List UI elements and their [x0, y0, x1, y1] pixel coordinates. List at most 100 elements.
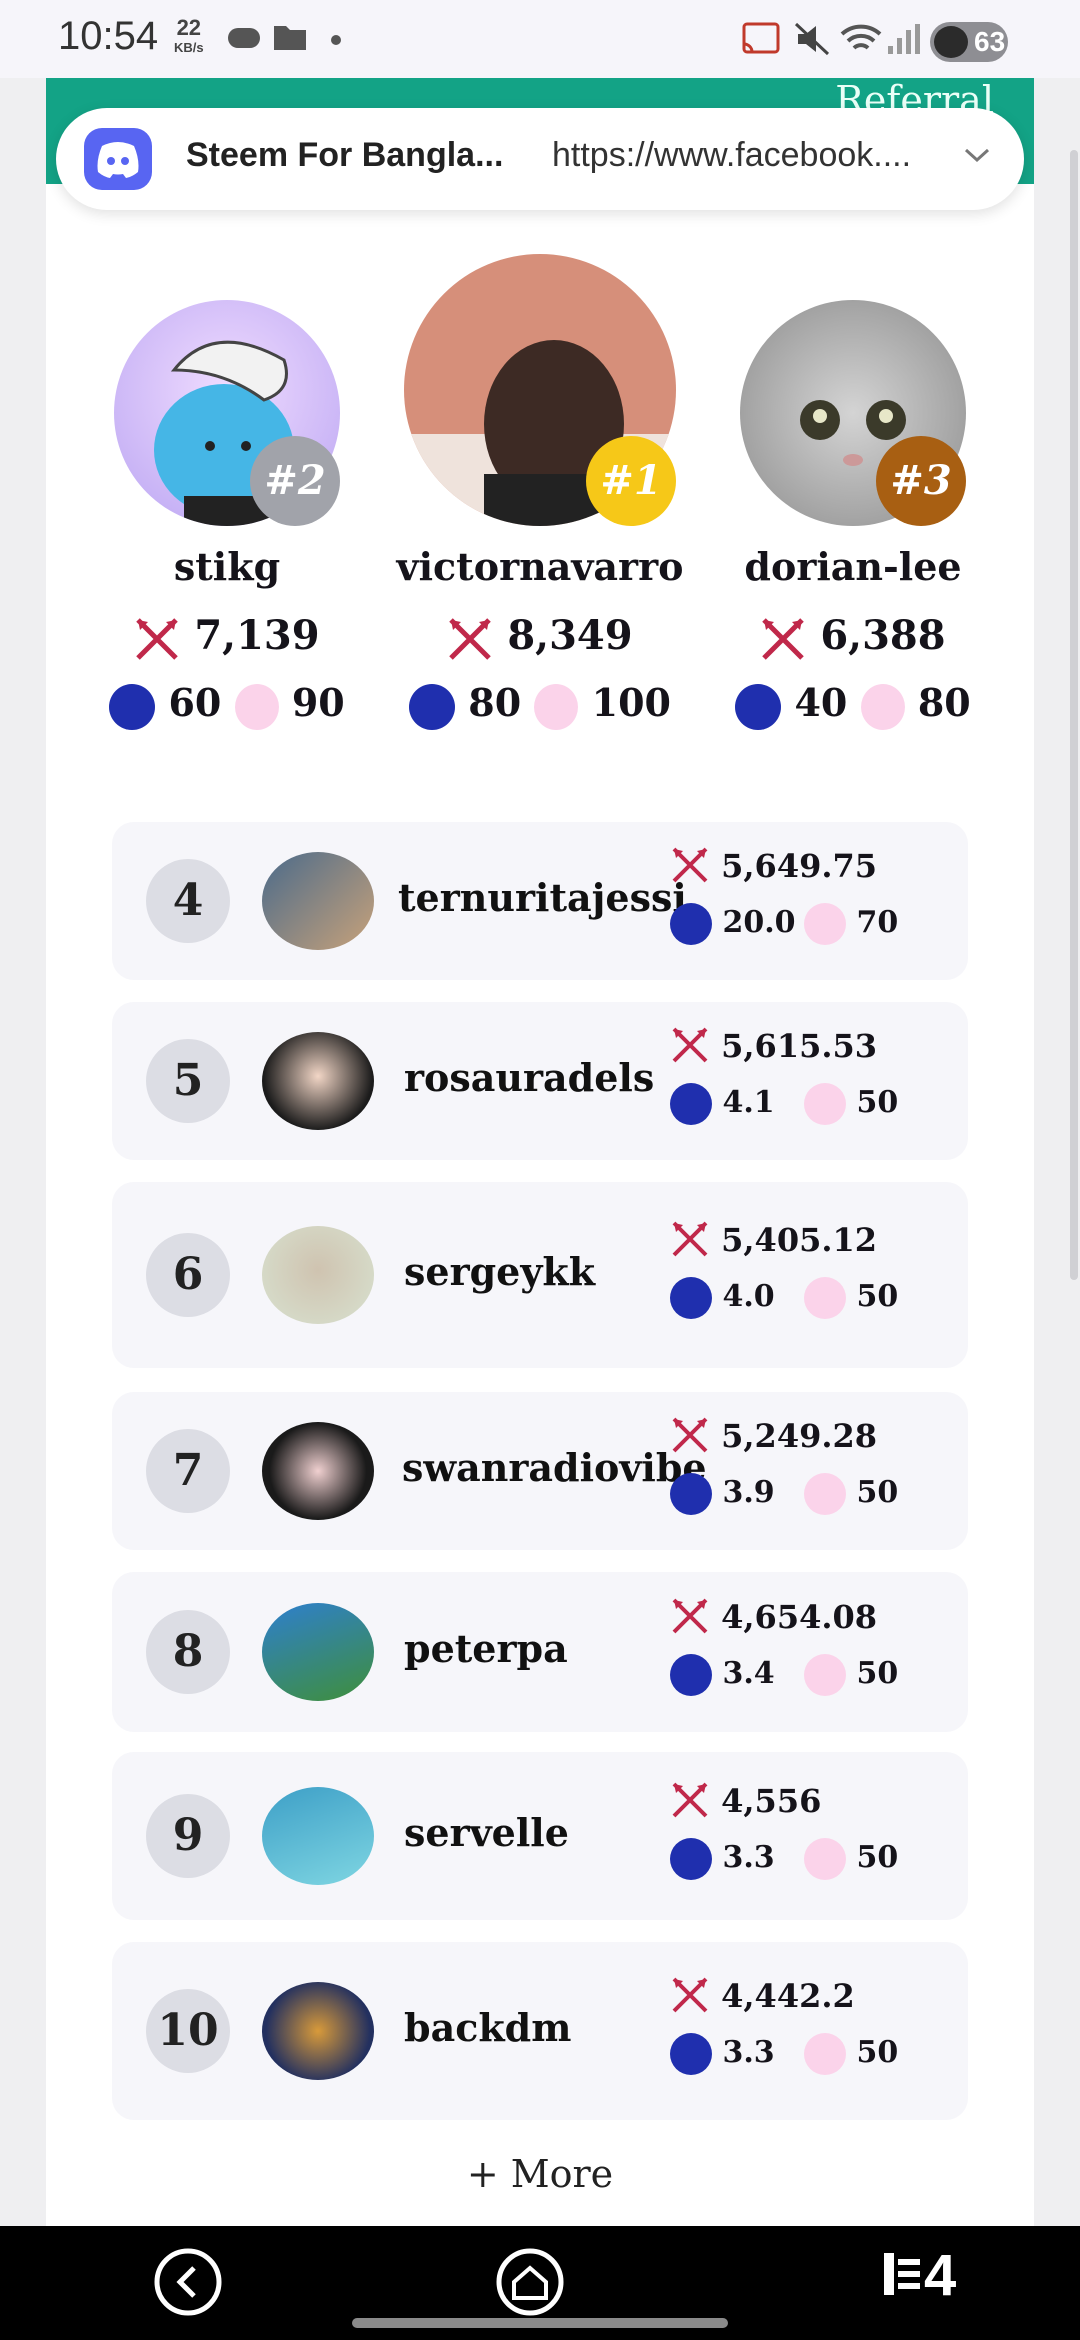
swords-icon — [449, 618, 492, 660]
user-name[interactable]: backdm — [404, 2005, 571, 2050]
rank-number: 8 — [146, 1610, 230, 1694]
navigation-bar: 4 — [0, 2226, 1080, 2340]
cards: 50 — [804, 1654, 898, 1696]
mute-icon — [794, 22, 830, 56]
notification-banner[interactable]: Steem For Bangla... https://www.facebook… — [56, 108, 1024, 210]
leaderboard-row[interactable]: 7 swanradiovibe 5,249.28 3.9 50 — [112, 1392, 968, 1550]
scrollbar[interactable] — [1070, 150, 1078, 1280]
score: 4,442.2 — [670, 1975, 855, 2023]
card-icon — [534, 683, 579, 730]
rank-number: 9 — [146, 1794, 230, 1878]
card-icon — [804, 903, 846, 945]
chevron-down-icon[interactable] — [960, 138, 994, 172]
sp: 4.0 — [670, 1277, 775, 1319]
leaderboard-row[interactable]: 9 servelle 4,556 3.3 50 — [112, 1752, 968, 1920]
leaderboard-row[interactable]: 8 peterpa 4,654.08 3.4 50 — [112, 1572, 968, 1732]
swords-icon — [672, 847, 708, 883]
swords-icon — [672, 1221, 708, 1257]
status-bar: 10:54 22 KB/s 63 — [0, 0, 1080, 78]
swords-icon — [672, 1417, 708, 1453]
network-speed-value: 22 — [176, 15, 202, 40]
score-value: 5,649.75 — [721, 847, 878, 885]
podium-name: stikg — [173, 544, 281, 589]
cards-value: 50 — [856, 1656, 899, 1691]
sp: 3.3 — [670, 2033, 775, 2075]
leaderboard-row[interactable]: 10 backdm 4,442.2 3.3 50 — [112, 1942, 968, 2120]
rank-number: 5 — [146, 1039, 230, 1123]
swords-icon — [672, 1027, 708, 1063]
leaderboard-row[interactable]: 5 rosauradels 5,615.53 4.1 50 — [112, 1002, 968, 1160]
cards: 70 — [804, 903, 898, 945]
user-name[interactable]: rosauradels — [404, 1055, 654, 1100]
rank-badge: #1 — [586, 436, 676, 526]
sp-value: 4.1 — [722, 1085, 775, 1120]
podium-stats: 60 90 — [47, 680, 407, 730]
steem-icon — [670, 1277, 712, 1319]
steem-icon — [670, 2033, 712, 2075]
tabs-button[interactable]: 4 — [880, 2242, 956, 2309]
avatar — [262, 1422, 374, 1520]
user-name[interactable]: peterpa — [404, 1626, 568, 1671]
discord-icon — [84, 128, 152, 190]
podium-stats: 40 80 — [673, 680, 1033, 730]
tabs-icon — [884, 2253, 920, 2295]
sp-value: 40 — [794, 680, 848, 725]
avatar — [262, 1032, 374, 1130]
sp-value: 4.0 — [722, 1279, 775, 1314]
leaderboard-row[interactable]: 4 ternuritajessi 5,649.75 20.0 70 — [112, 822, 968, 980]
score: 5,649.75 — [670, 845, 877, 893]
cards: 50 — [804, 1473, 898, 1515]
score-value: 4,556 — [721, 1782, 822, 1820]
steem-icon — [670, 1838, 712, 1880]
user-name[interactable]: servelle — [404, 1810, 569, 1855]
user-name[interactable]: ternuritajessi — [398, 875, 687, 920]
steem-icon — [735, 683, 782, 730]
notification-url: https://www.facebook.... — [552, 136, 912, 174]
rank-badge-label: #3 — [890, 457, 952, 504]
more-button[interactable]: + More — [0, 2152, 1080, 2196]
podium-stats: 80 100 — [360, 680, 720, 730]
home-icon[interactable] — [494, 2246, 566, 2318]
rank-badge-label: #1 — [600, 457, 662, 504]
podium-score: 7,139 — [47, 612, 407, 662]
tabs-count: 4 — [924, 2243, 957, 2308]
cards-value: 50 — [856, 1475, 899, 1510]
user-name[interactable]: sergeykk — [404, 1249, 595, 1294]
leaderboard-row[interactable]: 6 sergeykk 5,405.12 4.0 50 — [112, 1182, 968, 1368]
user-name[interactable]: swanradiovibe — [402, 1445, 707, 1490]
avatar — [262, 852, 374, 950]
podium-score-value: 8,349 — [507, 612, 633, 659]
rank-badge: #2 — [250, 436, 340, 526]
sp-value: 3.3 — [722, 1840, 775, 1875]
podium-name: dorian-lee — [744, 544, 962, 589]
podium-score-value: 6,388 — [820, 612, 946, 659]
swords-icon — [672, 1598, 708, 1634]
podium-score: 8,349 — [360, 612, 720, 662]
podium-score: 6,388 — [673, 612, 1033, 662]
card-icon — [234, 683, 279, 730]
signal-icon — [888, 24, 920, 54]
card-icon — [804, 1473, 846, 1515]
score-value: 5,249.28 — [721, 1417, 878, 1455]
rank-number: 7 — [146, 1429, 230, 1513]
steem-icon — [109, 683, 156, 730]
card-icon — [804, 1838, 846, 1880]
back-icon[interactable] — [152, 2246, 224, 2318]
swords-icon — [672, 1782, 708, 1818]
rank-number: 6 — [146, 1233, 230, 1317]
cards-value: 100 — [591, 680, 671, 725]
steem-icon — [670, 1473, 712, 1515]
gesture-handle[interactable] — [352, 2318, 728, 2328]
cards-value: 50 — [856, 2035, 899, 2070]
cards-value: 80 — [917, 680, 971, 725]
steem-icon — [670, 1083, 712, 1125]
battery-indicator: 63 — [930, 22, 1008, 62]
network-speed-unit: KB/s — [174, 40, 204, 55]
sp: 3.4 — [670, 1654, 775, 1696]
folder-icon — [274, 26, 306, 50]
rank-number: 10 — [146, 1989, 230, 2073]
score-value: 4,654.08 — [721, 1598, 878, 1636]
steem-icon — [409, 683, 456, 730]
score: 5,405.12 — [670, 1219, 877, 1267]
rank-badge-label: #2 — [264, 457, 326, 504]
